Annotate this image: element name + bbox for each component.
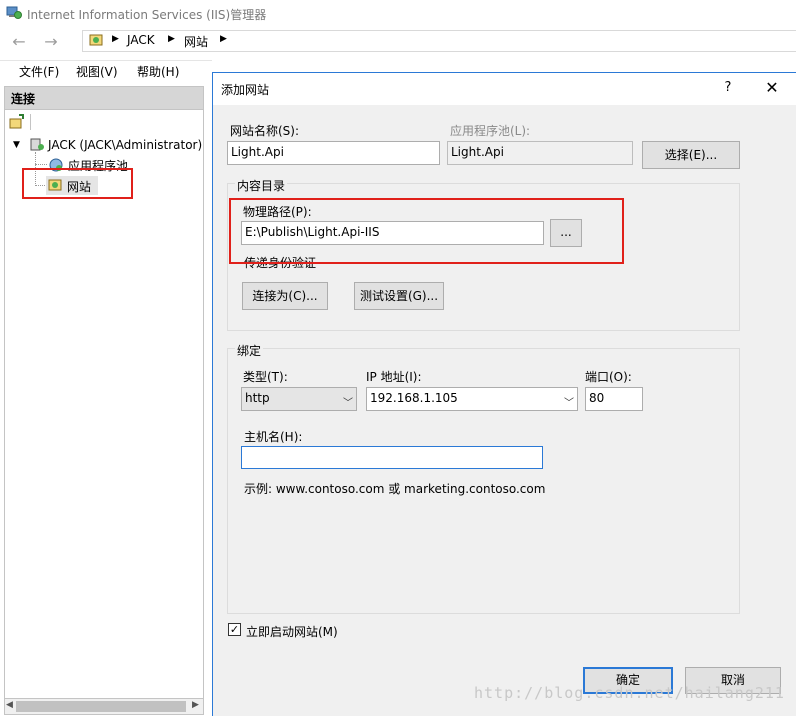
menu-help[interactable]: 帮助(H) bbox=[137, 63, 179, 80]
hostname-label: 主机名(H): bbox=[244, 430, 303, 444]
highlight-box-sites bbox=[22, 168, 133, 199]
start-now-checkbox[interactable]: ✓ bbox=[228, 623, 241, 636]
close-icon[interactable]: ✕ bbox=[760, 79, 784, 99]
window-title: Internet Information Services (IIS)管理器 bbox=[27, 8, 267, 22]
dialog-titlebar bbox=[213, 73, 796, 105]
scroll-right-icon[interactable]: ▶ bbox=[192, 700, 199, 710]
scrollbar-thumb[interactable] bbox=[16, 701, 186, 712]
port-input[interactable]: 80 bbox=[585, 387, 643, 411]
app-pool-input: Light.Api bbox=[447, 141, 633, 165]
ip-address-select[interactable]: 192.168.1.105 bbox=[366, 387, 578, 411]
connections-tree bbox=[4, 134, 204, 698]
type-select-value: http bbox=[245, 391, 270, 405]
breadcrumb-separator-icon: ▶ bbox=[112, 34, 119, 44]
content-directory-label: 内容目录 bbox=[235, 177, 288, 194]
iis-app-icon bbox=[6, 6, 22, 20]
hostname-input[interactable] bbox=[241, 446, 543, 469]
breadcrumb-separator-icon: ▶ bbox=[220, 34, 227, 44]
scroll-left-icon[interactable]: ◀ bbox=[6, 700, 13, 710]
type-select[interactable]: http bbox=[241, 387, 357, 411]
dialog-title: 添加网站 bbox=[221, 83, 270, 97]
site-name-input[interactable]: Light.Api bbox=[227, 141, 440, 165]
chevron-down-icon[interactable]: ﹀ bbox=[343, 394, 353, 409]
app-pool-label: 应用程序池(L): bbox=[450, 124, 531, 138]
select-app-pool-button[interactable]: 选择(E)... bbox=[642, 141, 740, 169]
forward-arrow-icon[interactable]: → bbox=[38, 31, 64, 53]
tree-expand-icon[interactable]: ▼ bbox=[13, 140, 20, 150]
connections-title: 连接 bbox=[11, 92, 36, 106]
toolbar-divider bbox=[30, 114, 31, 130]
highlight-box-physical-path bbox=[229, 198, 624, 264]
site-name-label: 网站名称(S): bbox=[230, 124, 300, 138]
help-button[interactable]: ? bbox=[718, 80, 738, 98]
tree-item-server[interactable]: JACK (JACK\Administrator) bbox=[48, 138, 202, 152]
test-settings-button[interactable]: 测试设置(G)... bbox=[354, 282, 444, 310]
chevron-down-icon[interactable]: ﹀ bbox=[564, 394, 574, 409]
new-connection-icon[interactable] bbox=[9, 114, 25, 130]
ip-address-value: 192.168.1.105 bbox=[370, 391, 458, 405]
breadcrumb-separator-icon: ▶ bbox=[168, 34, 175, 44]
blog-watermark: http://blog.csdn.net/hailang211 bbox=[474, 684, 785, 702]
menu-file[interactable]: 文件(F) bbox=[19, 63, 59, 80]
server-icon bbox=[29, 138, 45, 152]
tree-line bbox=[35, 164, 47, 165]
port-label: 端口(O): bbox=[585, 370, 632, 384]
back-arrow-icon[interactable]: ← bbox=[6, 31, 32, 53]
start-now-label[interactable]: 立即启动网站(M) bbox=[246, 623, 338, 640]
breadcrumb-jack[interactable]: JACK bbox=[127, 33, 155, 47]
breadcrumb-sites[interactable]: 网站 bbox=[184, 33, 208, 50]
menu-view[interactable]: 视图(V) bbox=[76, 63, 118, 80]
connect-as-button[interactable]: 连接为(C)... bbox=[242, 282, 328, 310]
site-icon bbox=[89, 33, 103, 47]
hostname-example-text: 示例: www.contoso.com 或 marketing.contoso.… bbox=[244, 482, 546, 496]
type-label: 类型(T): bbox=[243, 370, 288, 384]
binding-label: 绑定 bbox=[235, 342, 264, 359]
connections-toolbar bbox=[4, 110, 204, 134]
ip-address-label: IP 地址(I): bbox=[366, 370, 422, 384]
